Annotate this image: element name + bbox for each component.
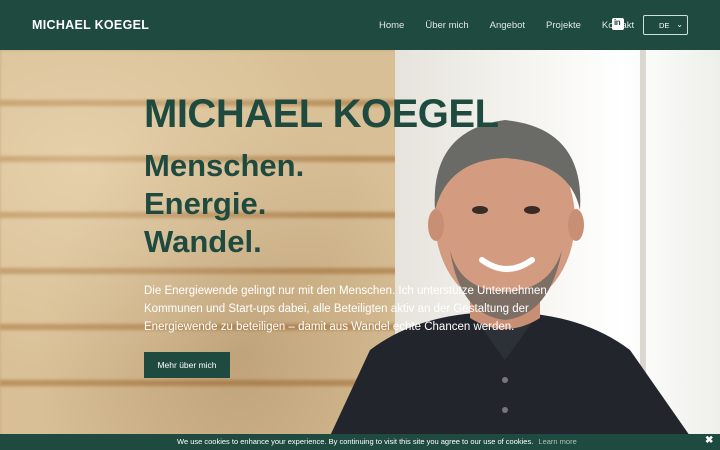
more-about-me-button[interactable]: Mehr über mich: [144, 352, 230, 378]
cookie-message: We use cookies to enhance your experienc…: [177, 437, 534, 446]
hero-tagline-1: Menschen.: [144, 148, 305, 183]
nav-home[interactable]: Home: [379, 20, 404, 31]
cookie-banner: We use cookies to enhance your experienc…: [0, 434, 720, 450]
cookie-text-wrap: We use cookies to enhance your experienc…: [177, 437, 577, 446]
nav-about[interactable]: Über mich: [425, 20, 468, 31]
linkedin-icon-label: in: [614, 18, 621, 27]
hero-section: MICHAEL KOEGEL Menschen. Energie. Wandel…: [0, 50, 720, 436]
language-value: DE: [659, 21, 670, 30]
language-select[interactable]: DE ⌄: [643, 15, 688, 35]
nav-projects[interactable]: Projekte: [546, 20, 581, 31]
linkedin-icon[interactable]: in: [612, 18, 624, 30]
hero-description: Die Energiewende gelingt nur mit den Men…: [144, 285, 550, 333]
chevron-down-icon: ⌄: [676, 20, 683, 29]
hero-title: MICHAEL KOEGEL: [144, 92, 499, 136]
site-brand[interactable]: MICHAEL KOEGEL: [32, 18, 149, 32]
close-icon[interactable]: ✖: [705, 435, 713, 446]
cookie-learn-more-link[interactable]: Learn more: [538, 437, 576, 446]
hero-tagline-3: Wandel.: [144, 224, 262, 259]
site-header: MICHAEL KOEGEL Home Über mich Angebot Pr…: [0, 0, 720, 50]
hero-tagline-2: Energie.: [144, 186, 267, 221]
nav-offer[interactable]: Angebot: [490, 20, 525, 31]
